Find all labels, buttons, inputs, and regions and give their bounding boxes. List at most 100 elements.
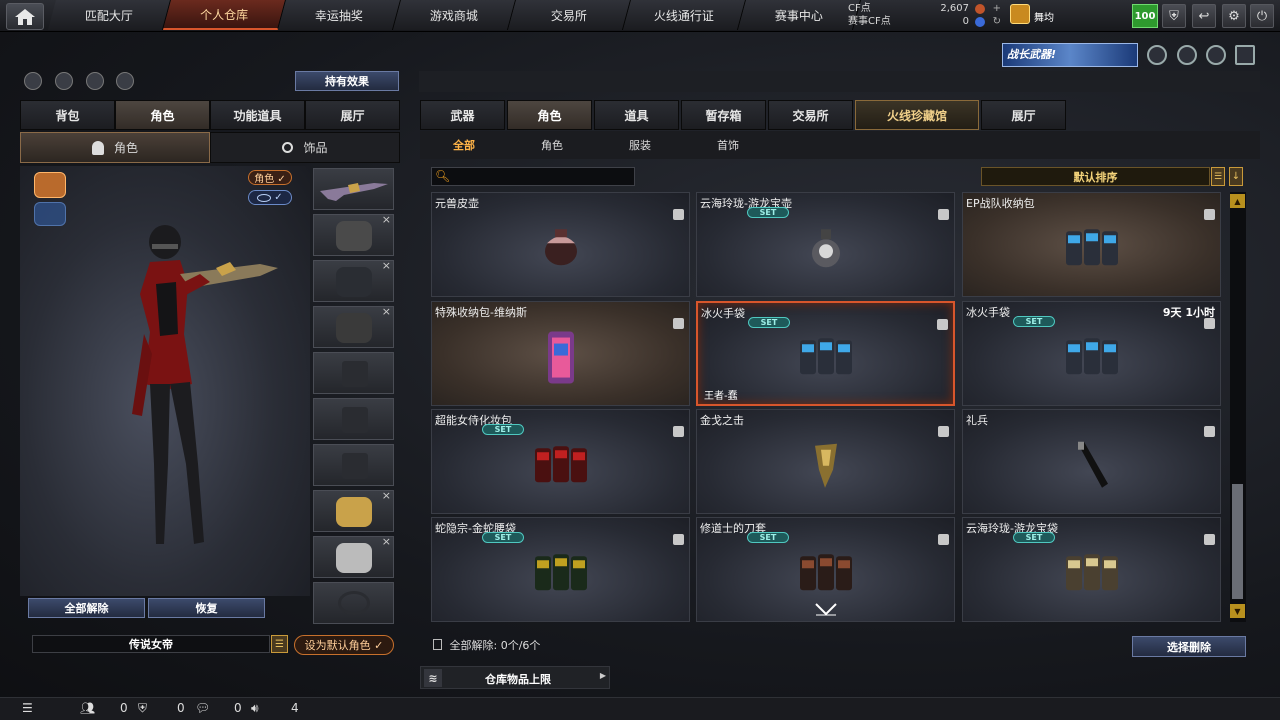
nav-tab-1[interactable]: 个人仓库 xyxy=(162,0,287,30)
trash-icon[interactable] xyxy=(673,426,684,437)
equip-slot-beast2[interactable]: × xyxy=(313,535,394,578)
equip-slot-ring[interactable] xyxy=(313,582,394,624)
scroll-down-icon[interactable]: ▼ xyxy=(1230,604,1245,618)
guild-shield-icon[interactable]: ⛨ xyxy=(138,701,147,716)
friends-icon[interactable]: 👥︎ xyxy=(80,701,95,715)
remove-icon[interactable]: × xyxy=(382,259,391,272)
weapon-icon[interactable] xyxy=(1206,45,1226,65)
pose-aim-icon[interactable] xyxy=(34,172,66,198)
trash-icon[interactable] xyxy=(673,534,684,545)
power-icon[interactable]: ⏻ xyxy=(1250,4,1274,28)
badge-v-icon[interactable] xyxy=(1147,45,1167,65)
shield-icon[interactable]: ⛨ xyxy=(1162,4,1186,28)
sort-list-icon[interactable]: ☰ xyxy=(1211,167,1225,186)
trash-icon[interactable] xyxy=(1204,318,1215,329)
right-tab-5[interactable]: 火线珍藏馆 xyxy=(855,100,979,130)
right-tab-6[interactable]: 展厅 xyxy=(981,100,1066,130)
scroll-up-icon[interactable]: ▲ xyxy=(1230,194,1245,208)
trash-icon[interactable] xyxy=(1204,209,1215,220)
scroll-thumb[interactable] xyxy=(1232,484,1243,599)
grenade-icon[interactable] xyxy=(116,72,134,90)
character-name-field[interactable]: 传说女帝 xyxy=(32,635,270,653)
storage-limit-button[interactable]: ≋ 仓库物品上限 ▶ xyxy=(420,666,610,689)
rank-badge-icon[interactable] xyxy=(1010,4,1030,24)
nav-tab-5[interactable]: 火线通行证 xyxy=(622,0,747,30)
set-default-character-button[interactable]: 设为默认角色 ✓ xyxy=(294,635,394,655)
chat-icon[interactable]: 💬︎ xyxy=(195,701,210,715)
nav-tab-6[interactable]: 赛事中心 xyxy=(737,0,862,30)
item-card[interactable]: 云海玲珑-游龙宝壶 SET xyxy=(696,192,955,297)
toggle-eye-visibility[interactable]: ✓ xyxy=(248,190,292,205)
subtab-accessory[interactable]: 饰品 xyxy=(210,132,400,163)
pose-idle-icon[interactable] xyxy=(34,202,66,226)
add-cf-icon[interactable]: + xyxy=(993,2,1001,15)
trash-icon[interactable] xyxy=(1204,534,1215,545)
gear-icon[interactable]: ⚙ xyxy=(1222,4,1246,28)
item-card[interactable]: 云海玲珑-游龙宝袋 SET xyxy=(962,517,1221,622)
filter-0[interactable]: 全部 xyxy=(420,131,508,159)
chevron-down-icon[interactable] xyxy=(815,602,837,618)
item-card[interactable]: 冰火手袋 SET 9天 1小时 xyxy=(962,301,1221,406)
w-logo-icon[interactable] xyxy=(1235,45,1255,65)
return-icon[interactable]: ↩ xyxy=(1192,4,1216,28)
restore-button[interactable]: 恢复 xyxy=(148,598,265,618)
effect-button[interactable]: 持有效果 xyxy=(295,71,399,91)
stats-icon[interactable] xyxy=(24,72,42,90)
equip-slot-rifle[interactable] xyxy=(313,168,394,210)
item-card[interactable]: 超能女侍化妆包 SET xyxy=(431,409,690,514)
remove-icon[interactable]: × xyxy=(382,213,391,226)
list-icon[interactable]: ☰ xyxy=(271,635,288,653)
filter-2[interactable]: 服装 xyxy=(596,131,684,159)
left-tab-3[interactable]: 展厅 xyxy=(305,100,400,130)
trash-icon[interactable] xyxy=(938,426,949,437)
toggle-role-visibility[interactable]: 角色 ✓ xyxy=(248,170,292,185)
filter-1[interactable]: 角色 xyxy=(508,131,596,159)
item-card[interactable]: 冰火手袋 SET 王者-蠢 xyxy=(696,301,955,406)
item-card[interactable]: 礼兵 xyxy=(962,409,1221,514)
trash-icon[interactable] xyxy=(938,534,949,545)
equip-slot-goggles[interactable]: × xyxy=(313,259,394,302)
home-button[interactable] xyxy=(6,3,44,30)
right-tab-3[interactable]: 暂存箱 xyxy=(681,100,766,130)
nav-tab-0[interactable]: 匹配大厅 xyxy=(47,0,172,30)
left-tab-0[interactable]: 背包 xyxy=(20,100,115,130)
remove-icon[interactable]: × xyxy=(382,489,391,502)
level-badge[interactable]: 100 xyxy=(1132,4,1158,28)
trash-icon[interactable] xyxy=(1204,426,1215,437)
nav-tab-4[interactable]: 交易所 xyxy=(507,0,632,30)
sort-direction-icon[interactable]: ↓ xyxy=(1229,167,1243,186)
right-tab-1[interactable]: 角色 xyxy=(507,100,592,130)
trash-icon[interactable] xyxy=(938,209,949,220)
search-box[interactable]: 🔍︎ xyxy=(431,167,635,186)
select-delete-button[interactable]: 选择删除 xyxy=(1132,636,1246,657)
event-banner[interactable]: 战长武器! xyxy=(1002,43,1138,67)
unequip-all-button[interactable]: 全部解除 xyxy=(28,598,145,618)
sort-dropdown[interactable]: 默认排序 xyxy=(981,167,1210,186)
rotate-icon[interactable] xyxy=(55,72,73,90)
globe-icon[interactable] xyxy=(1177,45,1197,65)
equip-slot-helmet[interactable]: × xyxy=(313,213,394,256)
remove-icon[interactable]: × xyxy=(382,535,391,548)
item-card[interactable]: 元兽皮壶 xyxy=(431,192,690,297)
refresh-icon[interactable]: ↻ xyxy=(993,15,1001,28)
pose-icon[interactable] xyxy=(86,72,104,90)
left-tab-1[interactable]: 角色 xyxy=(115,100,210,130)
item-card[interactable]: 特殊收纳包-维纳斯 xyxy=(431,301,690,406)
trash-icon[interactable] xyxy=(937,319,948,330)
equip-slot-shorts[interactable] xyxy=(313,444,394,486)
remove-icon[interactable]: × xyxy=(382,305,391,318)
volume-icon[interactable]: 🔊︎ xyxy=(251,701,259,716)
search-input[interactable] xyxy=(454,169,630,184)
subtab-character[interactable]: 角色 xyxy=(20,132,210,163)
right-tab-4[interactable]: 交易所 xyxy=(768,100,853,130)
nav-tab-2[interactable]: 幸运抽奖 xyxy=(277,0,402,30)
character-preview[interactable]: 角色 ✓ ✓ xyxy=(20,166,310,596)
equip-slot-armor[interactable] xyxy=(313,398,394,440)
filter-3[interactable]: 首饰 xyxy=(684,131,772,159)
equip-slot-radio[interactable]: × xyxy=(313,305,394,348)
equip-slot-beast[interactable]: × xyxy=(313,489,394,532)
equip-slot-vest[interactable] xyxy=(313,352,394,394)
item-card[interactable]: EP战队收纳包 xyxy=(962,192,1221,297)
left-tab-2[interactable]: 功能道具 xyxy=(210,100,305,130)
trash-icon[interactable] xyxy=(673,209,684,220)
